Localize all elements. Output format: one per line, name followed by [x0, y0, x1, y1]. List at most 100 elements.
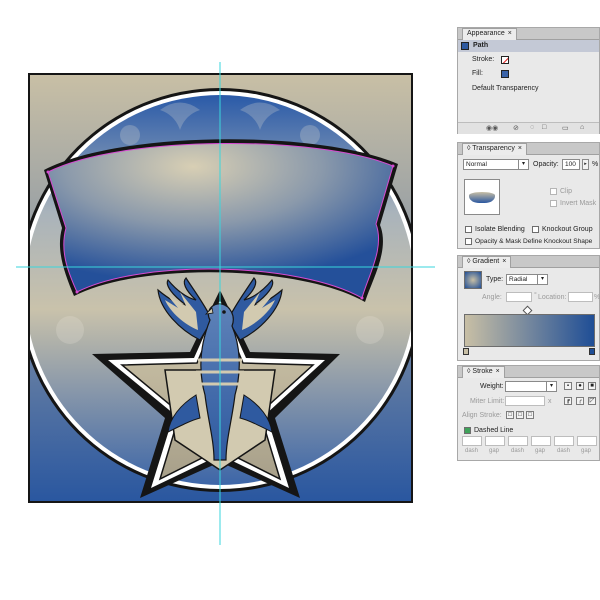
close-icon[interactable]: ×: [502, 258, 506, 265]
round-join-button[interactable]: ╭: [576, 397, 584, 405]
dashed-line-checkbox[interactable]: [464, 427, 471, 434]
tab-stroke-label: Stroke: [472, 368, 493, 375]
gradient-angle-label: Angle:: [482, 294, 502, 301]
delete-icon[interactable]: ⌂: [580, 124, 584, 131]
dash-2-input[interactable]: [508, 436, 528, 446]
tab-appearance[interactable]: Appearance ×: [462, 28, 517, 40]
miter-limit-label: Miter Limit:: [470, 398, 505, 405]
opacity-value: 100: [565, 161, 576, 168]
tab-gradient-label: Gradient: [472, 258, 500, 265]
projecting-cap-button[interactable]: ■: [588, 382, 596, 390]
dash-1-label: dash: [465, 448, 479, 454]
miter-join-button[interactable]: ┏: [564, 397, 572, 405]
isolate-blending-checkbox[interactable]: [465, 226, 472, 233]
appearance-target-label: Path: [473, 42, 489, 49]
align-center-button[interactable]: □: [506, 411, 514, 419]
gradient-ramp[interactable]: [464, 314, 595, 347]
transparency-tab-bar: ◊ Transparency ×: [458, 143, 599, 155]
gap-1-input[interactable]: [485, 436, 505, 446]
miter-limit-unit: x: [548, 398, 552, 405]
close-icon[interactable]: ×: [508, 30, 512, 37]
add-fill-icon[interactable]: □: [542, 124, 546, 131]
gradient-stop-start[interactable]: [463, 348, 469, 355]
stroke-panel: ◊ Stroke × Weight: ▾ ▪ ● ■ Miter Limit: x…: [457, 365, 600, 461]
close-icon[interactable]: ×: [496, 368, 500, 375]
butt-cap-button[interactable]: ▪: [564, 382, 572, 390]
appearance-stroke-row[interactable]: Stroke:: [458, 54, 599, 66]
appearance-target-row[interactable]: Path: [458, 40, 599, 52]
knockout-group-checkbox[interactable]: [532, 226, 539, 233]
appearance-transparency-row[interactable]: Default Transparency: [458, 83, 599, 95]
opacity-mask-label: Opacity & Mask Define Knockout Shape: [475, 238, 593, 245]
new-art-icon[interactable]: ▭: [562, 124, 569, 132]
opacity-input[interactable]: 100: [562, 159, 580, 170]
blend-mode-select[interactable]: Normal ▾: [463, 159, 529, 170]
chevron-down-icon: ▾: [518, 160, 528, 169]
duplicate-item-icon[interactable]: ◌: [530, 124, 534, 131]
appearance-panel: Appearance × Path Stroke: Fill: Default T…: [457, 27, 600, 134]
gradient-stop-end[interactable]: [589, 348, 595, 355]
gradient-tab-bar: ◊ Gradient ×: [458, 256, 599, 268]
clear-appearance-icon[interactable]: ◉◉: [486, 124, 498, 132]
close-icon[interactable]: ×: [518, 145, 522, 152]
gradient-angle-input[interactable]: [506, 292, 532, 302]
invert-mask-label: Invert Mask: [560, 200, 597, 207]
dashed-line-label: Dashed Line: [474, 427, 514, 434]
stroke-tab-bar: ◊ Stroke ×: [458, 366, 599, 378]
gradient-location-label: Location:: [538, 294, 567, 301]
gradient-swatch[interactable]: [464, 271, 482, 289]
tab-appearance-label: Appearance: [467, 30, 505, 37]
align-outside-button[interactable]: □: [526, 411, 534, 419]
knockout-group-label: Knockout Group: [542, 226, 593, 233]
dash-3-input[interactable]: [554, 436, 574, 446]
dash-1-input[interactable]: [462, 436, 482, 446]
path-icon: [461, 42, 469, 50]
banner-thumbnail-icon: [469, 192, 495, 203]
chevron-down-icon: ▾: [537, 275, 547, 284]
clip-checkbox[interactable]: [550, 188, 557, 195]
transparency-thumbnail[interactable]: [464, 179, 500, 215]
isolate-blending-label: Isolate Blending: [475, 226, 525, 233]
gradient-type-label: Type:: [486, 276, 504, 283]
blend-mode-value: Normal: [466, 161, 487, 168]
transparency-panel: ◊ Transparency × Normal ▾ Opacity: 100 ▸ …: [457, 142, 600, 249]
gradient-location-input[interactable]: [568, 292, 593, 302]
gap-3-label: gap: [581, 448, 592, 454]
gap-1-label: gap: [489, 448, 500, 454]
gap-2-label: gap: [535, 448, 546, 454]
gradient-type-select[interactable]: Radial ▾: [506, 274, 548, 285]
gap-3-input[interactable]: [577, 436, 597, 446]
gap-2-input[interactable]: [531, 436, 551, 446]
fill-row-label: Fill:: [472, 70, 483, 77]
opacity-unit: %: [592, 161, 599, 168]
appearance-fill-row[interactable]: Fill:: [458, 68, 599, 80]
tab-gradient[interactable]: ◊ Gradient ×: [462, 256, 512, 268]
default-transparency-label: Default Transparency: [472, 85, 539, 92]
artboard-canvas[interactable]: [0, 0, 450, 600]
reduce-icon[interactable]: ⊘: [513, 124, 519, 132]
align-inside-button[interactable]: □: [516, 411, 524, 419]
bevel-join-button[interactable]: ◸: [588, 397, 596, 405]
round-cap-button[interactable]: ●: [576, 382, 584, 390]
miter-limit-input[interactable]: [505, 396, 545, 406]
stroke-weight-input[interactable]: ▾: [505, 381, 557, 392]
stroke-row-label: Stroke:: [472, 56, 495, 63]
gradient-type-value: Radial: [509, 276, 528, 283]
dash-gap-fields: dash gap dash gap dash gap: [462, 436, 598, 458]
gradient-location-unit: %: [594, 294, 600, 301]
opacity-label: Opacity:: [533, 161, 559, 168]
stroke-weight-label: Weight:: [480, 383, 504, 390]
chevron-right-icon[interactable]: ▸: [582, 159, 589, 170]
invert-mask-checkbox[interactable]: [550, 200, 557, 207]
align-stroke-label: Align Stroke:: [462, 412, 502, 419]
dash-2-label: dash: [511, 448, 525, 454]
fill-gradient-icon[interactable]: [501, 70, 509, 78]
gradient-panel: ◊ Gradient × Type: Radial ▾ Angle: ° Loca…: [457, 255, 600, 361]
tab-stroke[interactable]: ◊ Stroke ×: [462, 366, 505, 378]
degree-symbol: °: [534, 292, 537, 299]
stroke-none-icon[interactable]: [501, 56, 509, 64]
dash-3-label: dash: [557, 448, 571, 454]
opacity-mask-checkbox[interactable]: [465, 238, 472, 245]
chevron-down-icon: ▾: [546, 382, 556, 391]
tab-transparency[interactable]: ◊ Transparency ×: [462, 143, 527, 155]
